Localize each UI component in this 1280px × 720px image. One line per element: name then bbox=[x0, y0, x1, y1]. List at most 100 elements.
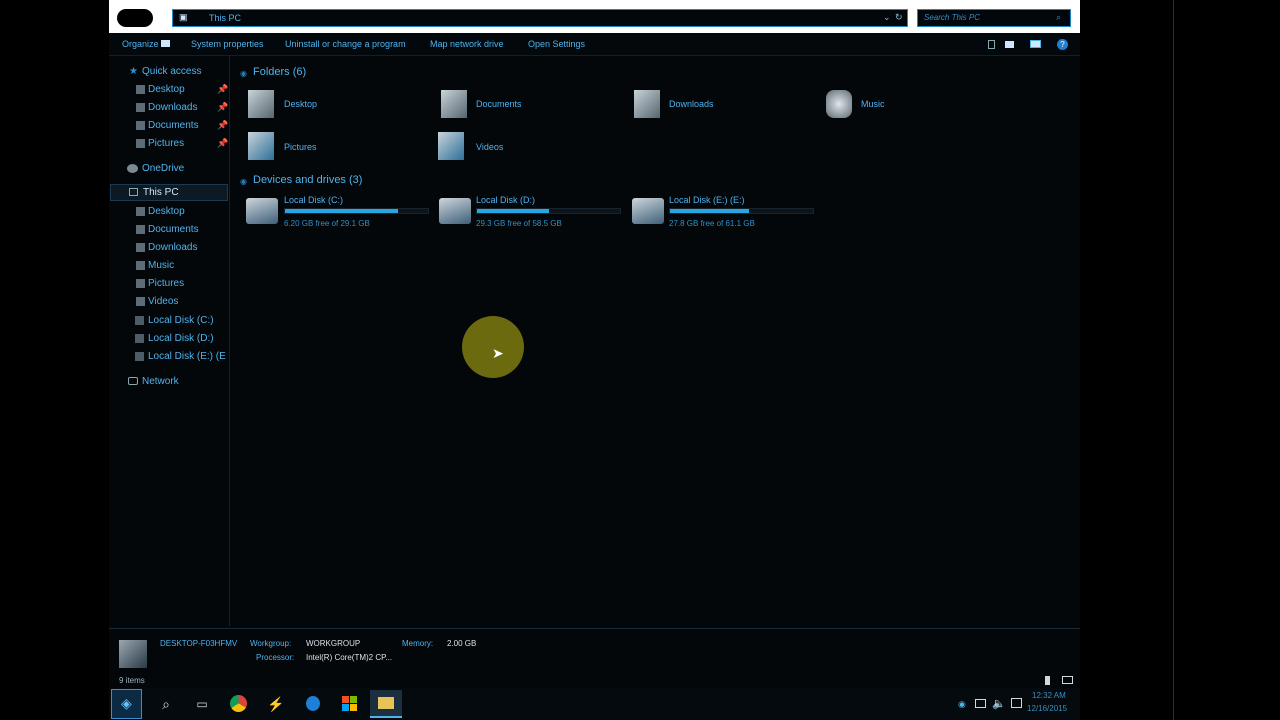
address-bar[interactable]: ▣ This PC ⌄ ↻ bbox=[172, 9, 908, 27]
star-icon: ★ bbox=[129, 66, 138, 77]
drive-c-usage-fill bbox=[285, 209, 398, 213]
nav-pc-desktop[interactable]: Desktop bbox=[148, 206, 185, 217]
desktop-folder-icon[interactable] bbox=[248, 90, 274, 118]
videos-folder-icon[interactable] bbox=[438, 132, 464, 160]
drive-c-name[interactable]: Local Disk (C:) bbox=[284, 195, 343, 205]
downloads-folder-icon bbox=[136, 103, 145, 112]
nav-pc-local-disk-c[interactable]: Local Disk (C:) bbox=[148, 315, 214, 326]
drives-header[interactable]: Devices and drives (3) bbox=[253, 174, 362, 186]
details-pane bbox=[109, 628, 1080, 674]
nav-this-pc[interactable]: This PC bbox=[143, 187, 179, 198]
nav-pc-music[interactable]: Music bbox=[148, 260, 174, 271]
tray-overflow-icon[interactable]: ◉ bbox=[958, 699, 966, 710]
drive-e-free: 27.8 GB free of 61.1 GB bbox=[669, 219, 755, 228]
drive-e-usage-fill bbox=[670, 209, 749, 213]
view-options-icon[interactable] bbox=[988, 40, 995, 49]
music-folder-icon[interactable] bbox=[826, 90, 852, 118]
network-icon bbox=[128, 377, 138, 385]
start-button[interactable]: ◈ bbox=[111, 689, 142, 719]
documents-folder-icon[interactable] bbox=[441, 90, 467, 118]
network-tray-icon[interactable] bbox=[975, 699, 986, 708]
folder-pictures[interactable]: Pictures bbox=[284, 142, 317, 152]
memory-value: 2.00 GB bbox=[447, 639, 477, 648]
downloads-folder-icon[interactable] bbox=[634, 90, 660, 118]
map-network-drive-button[interactable]: Map network drive bbox=[430, 39, 504, 49]
item-count: 9 items bbox=[119, 676, 145, 685]
pin-icon[interactable]: 📌 bbox=[217, 120, 228, 131]
help-icon[interactable]: ? bbox=[1057, 39, 1068, 50]
details-view-icon[interactable] bbox=[1045, 676, 1050, 685]
nav-pc-downloads[interactable]: Downloads bbox=[148, 242, 197, 253]
organize-button[interactable]: Organize bbox=[122, 39, 159, 49]
workgroup-label: Workgroup: bbox=[250, 639, 292, 648]
nav-qa-documents[interactable]: Documents bbox=[148, 120, 199, 131]
drive-e-name[interactable]: Local Disk (E:) (E:) bbox=[669, 195, 745, 205]
nav-qa-desktop[interactable]: Desktop bbox=[148, 84, 185, 95]
nav-qa-pictures[interactable]: Pictures bbox=[148, 138, 184, 149]
pin-icon[interactable]: 📌 bbox=[217, 138, 228, 149]
task-view-icon[interactable]: ▭ bbox=[189, 691, 215, 717]
workgroup-value: WORKGROUP bbox=[306, 639, 361, 648]
drive-d-icon[interactable] bbox=[439, 198, 471, 224]
pictures-folder-icon[interactable] bbox=[248, 132, 274, 160]
folder-documents[interactable]: Documents bbox=[476, 99, 522, 109]
app-badge-icon[interactable] bbox=[117, 9, 153, 27]
pin-icon[interactable]: 📌 bbox=[217, 102, 228, 113]
action-center-icon[interactable] bbox=[1011, 698, 1022, 708]
pin-icon[interactable]: 📌 bbox=[217, 84, 228, 95]
clock-time[interactable]: 12:32 AM bbox=[1032, 691, 1066, 700]
music-folder-icon bbox=[136, 261, 145, 270]
folders-header[interactable]: Folders (6) bbox=[253, 66, 306, 78]
pictures-folder-icon bbox=[136, 279, 145, 288]
system-properties-button[interactable]: System properties bbox=[191, 39, 264, 49]
lightning-app-icon[interactable]: ⚡ bbox=[263, 691, 289, 717]
search-input[interactable]: Search This PC ⌕ bbox=[917, 9, 1071, 27]
volume-icon[interactable]: 🔈 bbox=[992, 697, 1006, 710]
computer-name: DESKTOP-F03HFMV bbox=[160, 639, 238, 648]
memory-label: Memory: bbox=[402, 639, 434, 648]
chrome-icon[interactable] bbox=[226, 691, 252, 717]
nav-quick-access[interactable]: Quick access bbox=[142, 66, 201, 77]
folder-music[interactable]: Music bbox=[861, 99, 885, 109]
store-icon[interactable] bbox=[337, 691, 363, 717]
refresh-icon[interactable]: ↻ bbox=[895, 12, 903, 23]
drive-d-free: 29.3 GB free of 58.5 GB bbox=[476, 219, 562, 228]
search-icon[interactable]: ⌕ bbox=[1056, 12, 1061, 23]
drive-c-icon[interactable] bbox=[246, 198, 278, 224]
clock-date[interactable]: 12/16/2015 bbox=[1027, 704, 1067, 713]
desktop-folder-icon bbox=[136, 85, 145, 94]
nav-pc-local-disk-d[interactable]: Local Disk (D:) bbox=[148, 333, 214, 344]
nav-qa-downloads[interactable]: Downloads bbox=[148, 102, 197, 113]
mouse-pointer-icon: ➤ bbox=[492, 345, 504, 361]
documents-folder-icon bbox=[136, 121, 145, 130]
file-explorer-taskbar-button[interactable] bbox=[370, 690, 402, 718]
nav-network[interactable]: Network bbox=[142, 376, 179, 387]
dropdown-icon[interactable]: ⌄ bbox=[883, 12, 891, 23]
nav-pc-documents[interactable]: Documents bbox=[148, 224, 199, 235]
large-icons-view-icon[interactable] bbox=[1062, 676, 1073, 684]
drive-e-usage-bar bbox=[669, 208, 814, 214]
documents-folder-icon bbox=[136, 225, 145, 234]
organize-menu-icon[interactable] bbox=[161, 40, 170, 47]
desktop-folder-icon bbox=[136, 207, 145, 216]
nav-pc-local-disk-e[interactable]: Local Disk (E:) (E bbox=[148, 351, 226, 362]
nav-pc-videos[interactable]: Videos bbox=[148, 296, 178, 307]
folder-desktop[interactable]: Desktop bbox=[284, 99, 317, 109]
collapse-icon[interactable]: ◉ bbox=[240, 69, 247, 78]
browser-icon[interactable] bbox=[300, 691, 326, 717]
folder-videos[interactable]: Videos bbox=[476, 142, 503, 152]
drive-e-icon[interactable] bbox=[632, 198, 664, 224]
search-icon[interactable]: ⌕ bbox=[153, 691, 179, 717]
details-pane-icon[interactable] bbox=[1030, 40, 1041, 48]
uninstall-program-button[interactable]: Uninstall or change a program bbox=[285, 39, 406, 49]
collapse-icon[interactable]: ◉ bbox=[240, 177, 247, 186]
drive-d-name[interactable]: Local Disk (D:) bbox=[476, 195, 535, 205]
folder-downloads[interactable]: Downloads bbox=[669, 99, 714, 109]
nav-onedrive[interactable]: OneDrive bbox=[142, 163, 184, 174]
drive-d-usage-bar bbox=[476, 208, 621, 214]
preview-pane-icon[interactable] bbox=[1005, 41, 1014, 48]
open-settings-button[interactable]: Open Settings bbox=[528, 39, 585, 49]
pictures-folder-icon bbox=[136, 139, 145, 148]
processor-value: Intel(R) Core(TM)2 CP... bbox=[306, 653, 393, 662]
nav-pc-pictures[interactable]: Pictures bbox=[148, 278, 184, 289]
